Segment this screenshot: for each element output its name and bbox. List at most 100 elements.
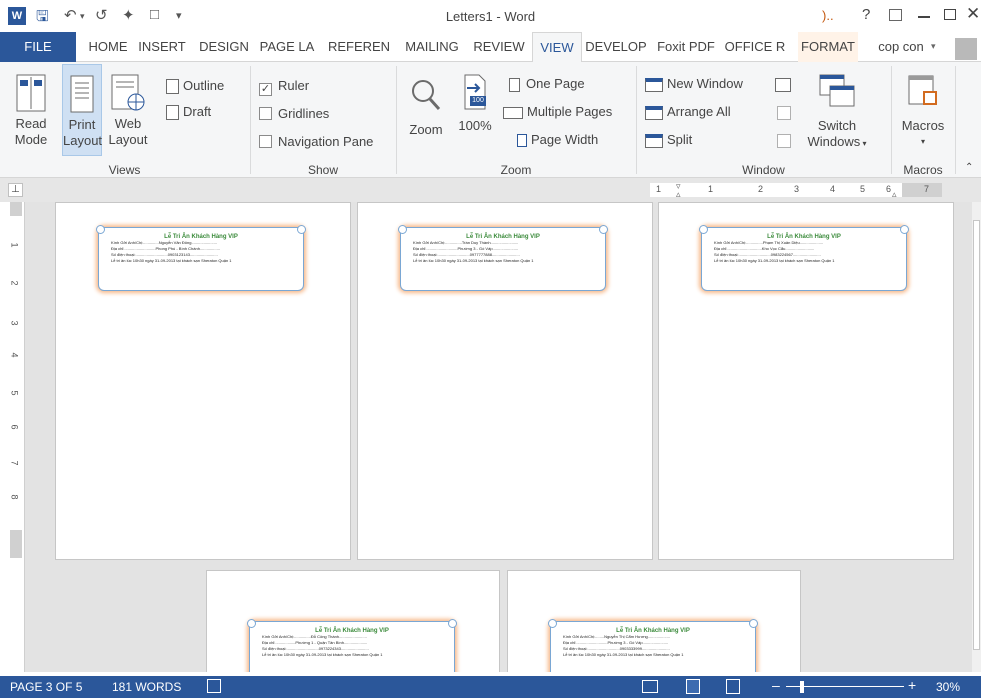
vertical-ruler[interactable]: 1 2 3 4 5 6 7 8 <box>8 202 25 672</box>
horizontal-ruler[interactable]: ⊥ ▿ ▵ ▵ 1 1 2 3 4 5 6 7 <box>0 178 981 202</box>
navigation-pane-checkbox[interactable]: Navigation Pane <box>259 134 373 149</box>
scroll-thumb[interactable] <box>973 220 980 650</box>
scroll-curl-icon <box>448 619 457 628</box>
zoom-button[interactable]: Zoom <box>405 78 447 138</box>
view-side-by-side-icon[interactable] <box>775 78 791 92</box>
ruler-tick-5: 5 <box>860 184 866 194</box>
print-layout-button[interactable]: Print Layout <box>62 64 102 156</box>
tab-office-r[interactable]: OFFICE R <box>722 32 788 62</box>
show-group: ✓ Ruler Gridlines Navigation Pane Show <box>251 62 395 178</box>
zoom-100-badge: 100 <box>470 96 486 106</box>
close-button[interactable]: ✕ <box>966 4 980 24</box>
zoom-level[interactable]: 30% <box>936 680 960 694</box>
split-label: Split <box>667 132 693 147</box>
page[interactable]: Lễ Tri Ân Khách Hàng VIP Kính Gởi Anh/Ch… <box>357 202 653 560</box>
tab-home[interactable]: HOME <box>86 32 130 62</box>
tab-file[interactable]: FILE <box>0 32 76 62</box>
scroll-curl-icon <box>297 225 306 234</box>
print-layout-view-icon[interactable] <box>686 679 700 694</box>
arrange-all-button[interactable]: Arrange All <box>645 104 731 120</box>
zoom-in-icon[interactable]: + <box>908 677 916 693</box>
tab-page-layout[interactable]: PAGE LA <box>256 32 318 62</box>
ribbon-display-options-icon[interactable] <box>889 9 902 21</box>
hanging-indent-marker[interactable]: ▵ <box>676 189 681 200</box>
letter-line: Lễ tri ân lúc 10h30 ngày 31-09-2013 tại … <box>262 652 383 657</box>
tab-view[interactable]: VIEW <box>532 32 582 63</box>
web-layout-button[interactable]: Web Layout <box>106 74 150 148</box>
print-layout-label-2: Layout <box>63 133 103 148</box>
vruler-bottom-margin <box>10 530 22 558</box>
page[interactable]: Lễ Tri Ân Khách Hàng VIP Kính Gởi Anh/Ch… <box>206 570 500 672</box>
views-group: Read Mode Print Layout Web Layout Outlin… <box>0 62 249 178</box>
tab-mailings[interactable]: MAILING <box>400 32 464 62</box>
new-window-button[interactable]: New Window <box>645 76 743 92</box>
synchronous-scrolling-icon[interactable] <box>777 106 791 120</box>
draft-button[interactable]: Draft <box>166 104 211 121</box>
zoom-slider-thumb[interactable] <box>800 681 804 693</box>
vertical-scrollbar[interactable] <box>972 202 981 672</box>
user-dropdown-icon[interactable]: ▾ <box>931 41 936 52</box>
switch-windows-label-2: Windows ▾ <box>807 134 867 152</box>
vruler-tick-3: 3 <box>9 320 20 326</box>
scroll-curl-icon <box>247 619 256 628</box>
split-button[interactable]: Split <box>645 132 692 148</box>
collapse-ribbon-icon[interactable]: ⌃ <box>965 162 973 173</box>
right-indent-marker[interactable]: ▵ <box>892 189 897 200</box>
one-page-label: One Page <box>526 76 585 91</box>
outline-button[interactable]: Outline <box>166 78 224 95</box>
avatar[interactable] <box>955 38 977 60</box>
letter-line: Lễ tri ân lúc 10h30 ngày 31-09-2013 tại … <box>413 258 534 263</box>
switch-windows-label-1: Switch <box>817 118 857 133</box>
page[interactable]: Lễ Tri Ân Khách Hàng VIP Kính Gởi Anh/Ch… <box>507 570 801 672</box>
reset-window-position-icon[interactable] <box>777 134 791 148</box>
vruler-tick-6: 6 <box>9 424 20 430</box>
one-page-button[interactable]: One Page <box>509 76 585 92</box>
multiple-pages-label: Multiple Pages <box>527 104 613 119</box>
vruler-top-margin <box>10 202 22 216</box>
macros-dropdown-icon: ▾ <box>920 137 925 146</box>
help-button[interactable]: ? <box>862 6 870 23</box>
print-layout-label-1: Print <box>68 117 96 132</box>
tab-developer[interactable]: DEVELOP <box>584 32 648 62</box>
one-page-icon <box>509 77 520 92</box>
tab-selector-icon[interactable]: ⊥ <box>8 183 23 197</box>
read-mode-icon <box>16 74 46 112</box>
page-width-button[interactable]: Page Width <box>517 132 598 148</box>
minimize-button[interactable] <box>918 16 930 18</box>
ruler-tick-7: 7 <box>924 184 930 194</box>
zoom-group: Zoom 100 100% One Page Multiple Pages Pa… <box>397 62 635 178</box>
user-name[interactable]: cop con <box>874 32 928 62</box>
read-mode-view-icon[interactable] <box>642 680 658 693</box>
ribbon-display-partial-icon[interactable]: ).. <box>822 8 834 23</box>
proofing-icon[interactable] <box>207 679 221 693</box>
ruler-checkbox[interactable]: ✓ Ruler <box>259 78 309 96</box>
multiple-pages-button[interactable]: Multiple Pages <box>503 104 612 119</box>
page[interactable]: Lễ Tri Ân Khách Hàng VIP Kính Gởi Anh/Ch… <box>658 202 954 560</box>
page-count[interactable]: PAGE 3 OF 5 <box>10 680 82 694</box>
read-mode-button[interactable]: Read Mode <box>12 74 50 148</box>
zoom-out-icon[interactable]: – <box>772 677 780 693</box>
document-canvas[interactable]: Lễ Tri Ân Khách Hàng VIP Kính Gởi Anh/Ch… <box>25 202 972 672</box>
switch-windows-button[interactable]: Switch Windows ▾ <box>807 74 867 152</box>
web-layout-view-icon[interactable] <box>726 679 740 694</box>
zoom-group-label: Zoom <box>500 163 532 177</box>
macros-button[interactable]: Macros ▾ <box>896 74 950 150</box>
vruler-tick-5: 5 <box>9 390 20 396</box>
read-mode-label-2: Mode <box>14 132 48 147</box>
tab-insert[interactable]: INSERT <box>134 32 190 62</box>
tab-references[interactable]: REFEREN <box>326 32 392 62</box>
macros-button-label: Macros <box>901 118 945 133</box>
tab-format[interactable]: FORMAT <box>798 32 858 62</box>
window-title: Letters1 - Word <box>445 9 536 24</box>
tab-foxit-pdf[interactable]: Foxit PDF <box>652 32 720 62</box>
gridlines-checkbox[interactable]: Gridlines <box>259 106 329 121</box>
page-width-icon <box>517 134 527 148</box>
zoom-100-button[interactable]: 100 100% <box>455 74 495 134</box>
maximize-button[interactable] <box>944 9 956 20</box>
page[interactable]: Lễ Tri Ân Khách Hàng VIP Kính Gởi Anh/Ch… <box>55 202 351 560</box>
tab-review[interactable]: REVIEW <box>470 32 528 62</box>
word-count[interactable]: 181 WORDS <box>112 680 181 694</box>
arrange-all-icon <box>645 105 663 120</box>
ruler-check-icon: ✓ <box>259 83 272 96</box>
tab-design[interactable]: DESIGN <box>196 32 252 62</box>
